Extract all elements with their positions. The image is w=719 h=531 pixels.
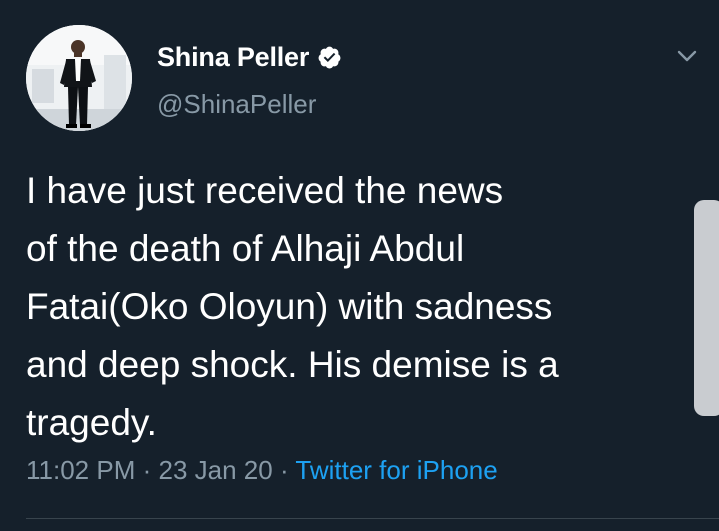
display-name[interactable]: Shina Peller bbox=[157, 42, 309, 73]
tweet-text-line: I have just received the news bbox=[26, 170, 504, 211]
divider bbox=[26, 518, 719, 519]
avatar-image bbox=[26, 25, 132, 131]
tweet-text-line: tragedy. bbox=[26, 402, 157, 443]
author-name-row[interactable]: Shina Peller bbox=[157, 40, 342, 74]
tweet-text-line: and deep shock. His demise is a bbox=[26, 344, 559, 385]
meta-separator: · bbox=[279, 455, 289, 485]
tweet-card: Shina Peller @ShinaPeller I have just re… bbox=[0, 0, 719, 531]
tweet-date[interactable]: 23 Jan 20 bbox=[159, 455, 273, 485]
meta-separator: · bbox=[142, 455, 152, 485]
tweet-text-line: of the death of Alhaji Abdul bbox=[26, 228, 465, 269]
tweet-text: I have just received the news of the dea… bbox=[26, 162, 686, 452]
tweet-metadata: 11:02 PM · 23 Jan 20 · Twitter for iPhon… bbox=[26, 455, 498, 486]
verified-badge-icon bbox=[318, 46, 341, 68]
tweet-source-link[interactable]: Twitter for iPhone bbox=[295, 455, 497, 485]
tweet-text-line: Fatai(Oko Oloyun) with sadness bbox=[26, 286, 553, 327]
chevron-down-icon[interactable] bbox=[673, 42, 701, 70]
tweet-time[interactable]: 11:02 PM bbox=[26, 455, 135, 485]
scrollbar-thumb[interactable] bbox=[694, 200, 719, 416]
author-handle[interactable]: @ShinaPeller bbox=[157, 89, 316, 120]
avatar[interactable] bbox=[26, 25, 132, 131]
